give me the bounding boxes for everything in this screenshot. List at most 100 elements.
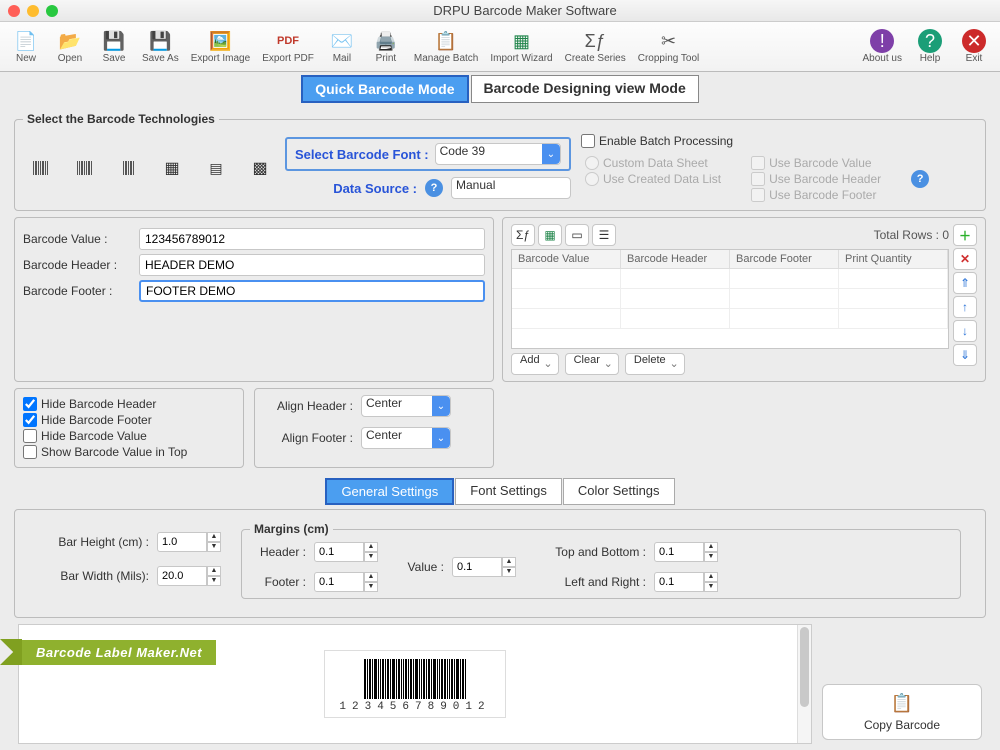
- bar-height-label: Bar Height (cm) :: [39, 535, 149, 549]
- save-icon: 💾: [102, 29, 126, 53]
- col-header: Barcode Header: [621, 250, 730, 268]
- help-button[interactable]: ?Help: [910, 24, 950, 70]
- custom-sheet-radio: [585, 156, 599, 170]
- close-icon[interactable]: [8, 5, 20, 17]
- linear-barcode3-icon[interactable]: [115, 155, 141, 181]
- export-image-button[interactable]: 🖼️Export Image: [187, 24, 254, 70]
- up-icon[interactable]: ▲: [207, 532, 221, 542]
- hide-header-checkbox[interactable]: [23, 397, 37, 411]
- settings-fieldset: Bar Height (cm) :▲▼ Bar Width (Mils):▲▼ …: [14, 509, 986, 618]
- cropping-tool-button[interactable]: ✂Cropping Tool: [634, 24, 704, 70]
- tab-font[interactable]: Font Settings: [455, 478, 562, 505]
- down-icon[interactable]: ▼: [207, 576, 221, 586]
- add-row-button[interactable]: Add: [511, 353, 559, 375]
- up-icon[interactable]: ▲: [207, 566, 221, 576]
- font-label: Select Barcode Font :: [295, 147, 429, 162]
- margins-fieldset: Margins (cm) Header :▲▼ Footer :▲▼ Value…: [241, 522, 961, 599]
- value-label: Barcode Value :: [23, 232, 133, 246]
- margin-tb-input[interactable]: [654, 542, 704, 562]
- image-icon: 🖼️: [208, 29, 232, 53]
- data-source-select[interactable]: Manual: [451, 177, 571, 199]
- quick-mode-button[interactable]: Quick Barcode Mode: [301, 75, 468, 103]
- excel-tool-button[interactable]: ▦: [538, 224, 562, 246]
- export-pdf-button[interactable]: PDFExport PDF: [258, 24, 318, 70]
- linear-barcode-icon[interactable]: [27, 155, 53, 181]
- saveas-button[interactable]: 💾Save As: [138, 24, 183, 70]
- window-title: DRPU Barcode Maker Software: [58, 3, 992, 18]
- hide-footer-checkbox[interactable]: [23, 413, 37, 427]
- data-grid[interactable]: Barcode Value Barcode Header Barcode Foo…: [511, 249, 949, 349]
- exit-button[interactable]: ✕Exit: [954, 24, 994, 70]
- create-series-button[interactable]: ΣƒCreate Series: [561, 24, 630, 70]
- margin-header-input[interactable]: [314, 542, 364, 562]
- show-top-checkbox[interactable]: [23, 445, 37, 459]
- copy-barcode-button[interactable]: 📋 Copy Barcode: [822, 684, 982, 740]
- list-tool-button[interactable]: ☰: [592, 224, 616, 246]
- move-up-icon[interactable]: ↑: [953, 296, 977, 318]
- mail-button[interactable]: ✉️Mail: [322, 24, 362, 70]
- series-icon: Σƒ: [583, 29, 607, 53]
- import-wizard-button[interactable]: ▦Import Wizard: [486, 24, 556, 70]
- bar-width-label: Bar Width (Mils):: [39, 569, 149, 583]
- open-button[interactable]: 📂Open: [50, 24, 90, 70]
- enable-batch-checkbox[interactable]: [581, 134, 595, 148]
- barcode-footer-input[interactable]: [139, 280, 485, 302]
- print-icon: 🖨️: [374, 29, 398, 53]
- save-button[interactable]: 💾Save: [94, 24, 134, 70]
- batch-info-icon[interactable]: ?: [911, 170, 929, 188]
- align-footer-label: Align Footer :: [263, 431, 353, 445]
- print-button[interactable]: 🖨️Print: [366, 24, 406, 70]
- align-header-label: Align Header :: [263, 399, 353, 413]
- help-icon: ?: [918, 29, 942, 53]
- preview-scrollbar[interactable]: [797, 625, 811, 743]
- use-value-checkbox: [751, 156, 765, 170]
- enable-batch-label: Enable Batch Processing: [599, 134, 733, 148]
- datamatrix-icon[interactable]: ▩: [247, 155, 273, 181]
- minimize-icon[interactable]: [27, 5, 39, 17]
- zoom-icon[interactable]: [46, 5, 58, 17]
- remove-icon[interactable]: ✕: [953, 248, 977, 270]
- use-footer-checkbox: [751, 188, 765, 202]
- chevron-down-icon: ⌄: [432, 428, 450, 448]
- barcode-value-input[interactable]: [139, 228, 485, 250]
- margin-footer-input[interactable]: [314, 572, 364, 592]
- new-button[interactable]: 📄New: [6, 24, 46, 70]
- excel-icon: ▦: [509, 29, 533, 53]
- move-bottom-icon[interactable]: ⇓: [953, 344, 977, 366]
- bar-height-input[interactable]: [157, 532, 207, 552]
- align-footer-select[interactable]: Center⌄: [361, 427, 451, 449]
- chevron-down-icon: ⌄: [432, 396, 450, 416]
- use-header-checkbox: [751, 172, 765, 186]
- file-icon: 📄: [14, 29, 38, 53]
- created-list-radio: [585, 172, 599, 186]
- clear-rows-button[interactable]: Clear: [565, 353, 619, 375]
- info-icon: !: [870, 29, 894, 53]
- tab-general[interactable]: General Settings: [325, 478, 454, 505]
- delete-row-button[interactable]: Delete: [625, 353, 685, 375]
- barcode-header-input[interactable]: [139, 254, 485, 276]
- sheet-tool-button[interactable]: ▭: [565, 224, 589, 246]
- align-fieldset: Align Header : Center⌄ Align Footer : Cent…: [254, 388, 494, 468]
- about-button[interactable]: !About us: [859, 24, 906, 70]
- move-down-icon[interactable]: ↓: [953, 320, 977, 342]
- pdf417-icon[interactable]: ▤: [203, 155, 229, 181]
- bar-width-input[interactable]: [157, 566, 207, 586]
- down-icon[interactable]: ▼: [207, 542, 221, 552]
- exit-icon: ✕: [962, 29, 986, 53]
- margin-value-input[interactable]: [452, 557, 502, 577]
- series-tool-button[interactable]: Σƒ: [511, 224, 535, 246]
- move-top-icon[interactable]: ⇑: [953, 272, 977, 294]
- align-header-select[interactable]: Center⌄: [361, 395, 451, 417]
- add-icon[interactable]: ＋: [953, 224, 977, 246]
- qr-icon[interactable]: ▦: [159, 155, 185, 181]
- margin-lr-input[interactable]: [654, 572, 704, 592]
- hide-value-checkbox[interactable]: [23, 429, 37, 443]
- design-mode-button[interactable]: Barcode Designing view Mode: [471, 75, 699, 103]
- tab-color[interactable]: Color Settings: [563, 478, 675, 505]
- col-value: Barcode Value: [512, 250, 621, 268]
- barcode-font-select[interactable]: Code 39⌄: [435, 143, 561, 165]
- data-source-info-icon[interactable]: ?: [425, 179, 443, 197]
- settings-tabs: General Settings Font Settings Color Set…: [14, 478, 986, 505]
- linear-barcode2-icon[interactable]: [71, 155, 97, 181]
- manage-batch-button[interactable]: 📋Manage Batch: [410, 24, 483, 70]
